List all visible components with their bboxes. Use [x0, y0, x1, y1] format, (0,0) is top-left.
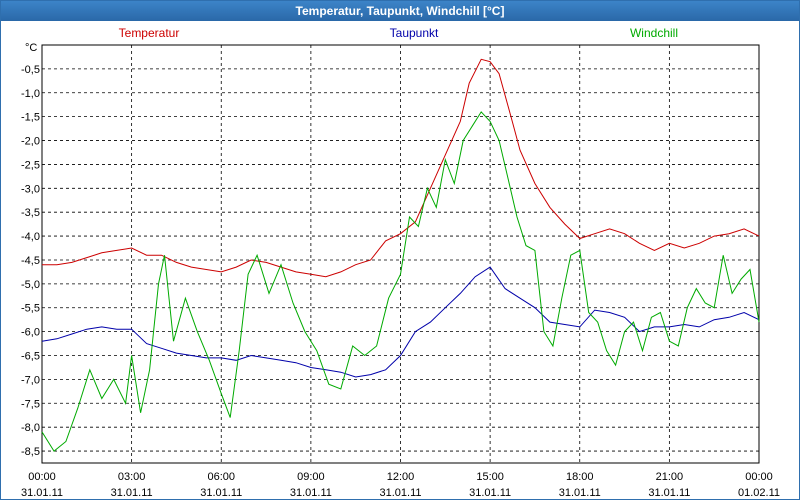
- x-tick-time: 18:00: [566, 471, 594, 483]
- y-tick-label: -6,0: [21, 327, 40, 339]
- y-tick-label: -3,5: [21, 207, 40, 219]
- x-tick-time: 06:00: [207, 471, 235, 483]
- y-tick-label: -8,5: [21, 446, 40, 458]
- x-tick-date: 01.02.11: [738, 487, 780, 499]
- x-tick-time: 00:00: [28, 471, 56, 483]
- y-tick-label: -3,0: [21, 183, 40, 195]
- x-tick-time: 09:00: [297, 471, 325, 483]
- legend-taupunkt: Taupunkt: [390, 26, 439, 40]
- x-tick-time: 12:00: [387, 471, 415, 483]
- y-tick-label: -4,0: [21, 231, 40, 243]
- y-tick-label: -6,5: [21, 351, 40, 363]
- chart-window: Temperatur, Taupunkt, Windchill [°C] -0,…: [0, 0, 800, 500]
- y-tick-label: -5,5: [21, 303, 40, 315]
- x-tick-date: 31.01.11: [290, 487, 332, 499]
- x-tick-date: 31.01.11: [111, 487, 153, 499]
- y-tick-label: -7,0: [21, 374, 40, 386]
- x-tick-time: 00:00: [745, 471, 773, 483]
- legend-windchill: Windchill: [630, 26, 678, 40]
- y-tick-label: -4,5: [21, 255, 40, 267]
- x-tick-date: 31.01.11: [21, 487, 63, 499]
- x-tick-date: 31.01.11: [648, 487, 690, 499]
- x-tick-time: 03:00: [118, 471, 146, 483]
- x-tick-date: 31.01.11: [469, 487, 511, 499]
- x-tick-date: 31.01.11: [379, 487, 421, 499]
- y-tick-label: -2,0: [21, 136, 40, 148]
- x-tick-date: 31.01.11: [559, 487, 601, 499]
- legend-temperatur: Temperatur: [119, 26, 180, 40]
- y-tick-label: -5,0: [21, 279, 40, 291]
- y-tick-label: -0,5: [21, 64, 40, 76]
- y-tick-label: -7,5: [21, 398, 40, 410]
- chart-canvas: -0,5 -1,0 -1,5 -2,0 -2,5 -3,0 -3,5 -4,0 -4,5 -5,0…: [21, 26, 780, 499]
- x-tick-time: 15:00: [476, 471, 504, 483]
- y-tick-label: -1,0: [21, 88, 40, 100]
- y-tick-label: -1,5: [21, 112, 40, 124]
- x-tick-time: 21:00: [656, 471, 684, 483]
- y-tick-label: -2,5: [21, 159, 40, 171]
- y-axis-unit: °C: [25, 42, 37, 54]
- y-tick-label: -8,0: [21, 422, 40, 434]
- x-tick-date: 31.01.11: [200, 487, 242, 499]
